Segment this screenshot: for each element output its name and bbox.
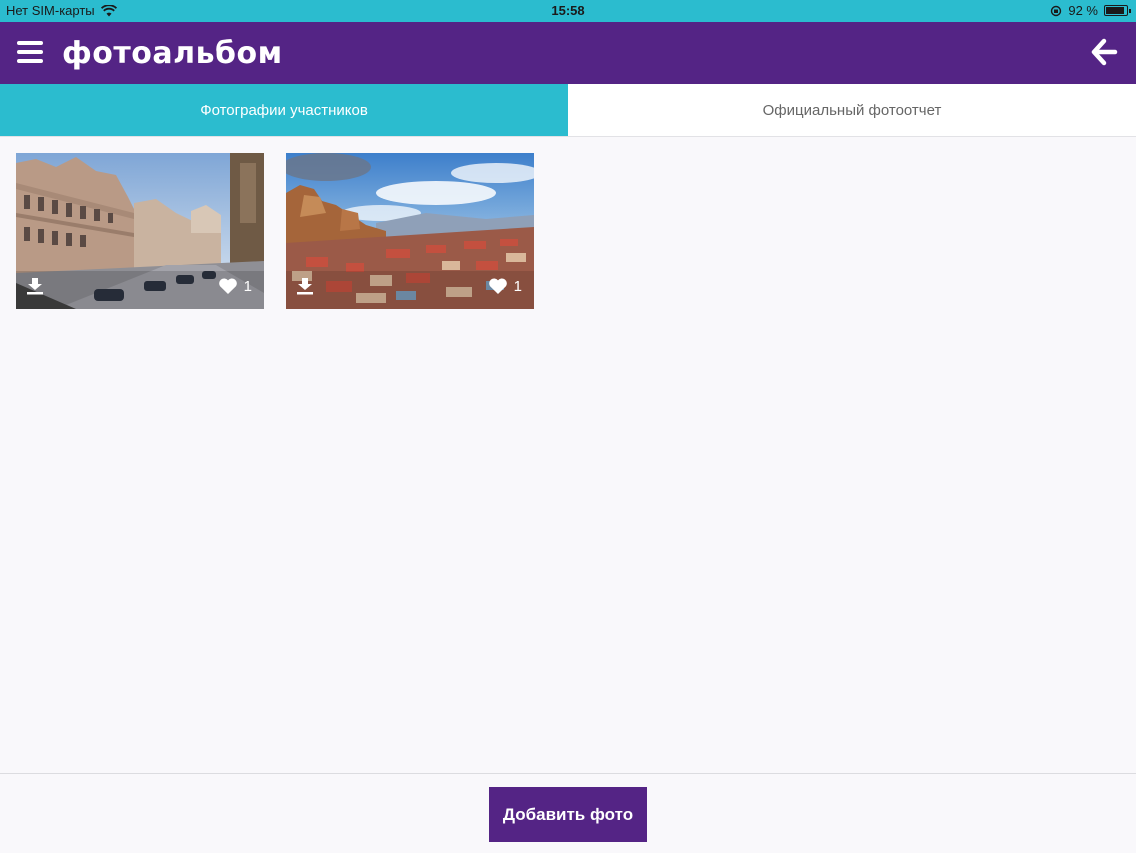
app-title: фотоальбом [62,36,283,71]
footer-bar: Добавить фото [0,773,1136,853]
photo-grid: 1 1 [16,153,534,309]
likes-count: 1 [513,277,522,295]
likes-counter[interactable]: 1 [488,277,522,295]
download-icon[interactable] [26,277,44,295]
photo-card-panorama[interactable]: 1 [286,153,534,309]
app-header: фотоальбом [0,22,1136,84]
arrow-left-icon[interactable] [1090,38,1118,66]
tab-participant-photos[interactable]: Фотографии участников [0,84,568,136]
tab-official-report[interactable]: Официальный фотоотчет [568,84,1136,136]
hamburger-menu-icon[interactable] [17,41,43,63]
heart-icon [488,278,507,294]
battery-percent: 92 % [1068,3,1098,18]
rotation-lock-icon [1051,5,1062,16]
status-bar: Нет SIM-карты 15:58 92 % [0,0,1136,22]
likes-counter[interactable]: 1 [218,277,252,295]
likes-count: 1 [243,277,252,295]
battery-icon [1104,5,1131,16]
tab-bar: Фотографии участников Официальный фотоот… [0,84,1136,137]
download-icon[interactable] [296,277,314,295]
battery-level [1106,7,1125,14]
add-photo-button[interactable]: Добавить фото [489,787,647,842]
photo-card-street[interactable]: 1 [16,153,264,309]
status-time: 15:58 [551,3,585,18]
heart-icon [218,278,237,294]
